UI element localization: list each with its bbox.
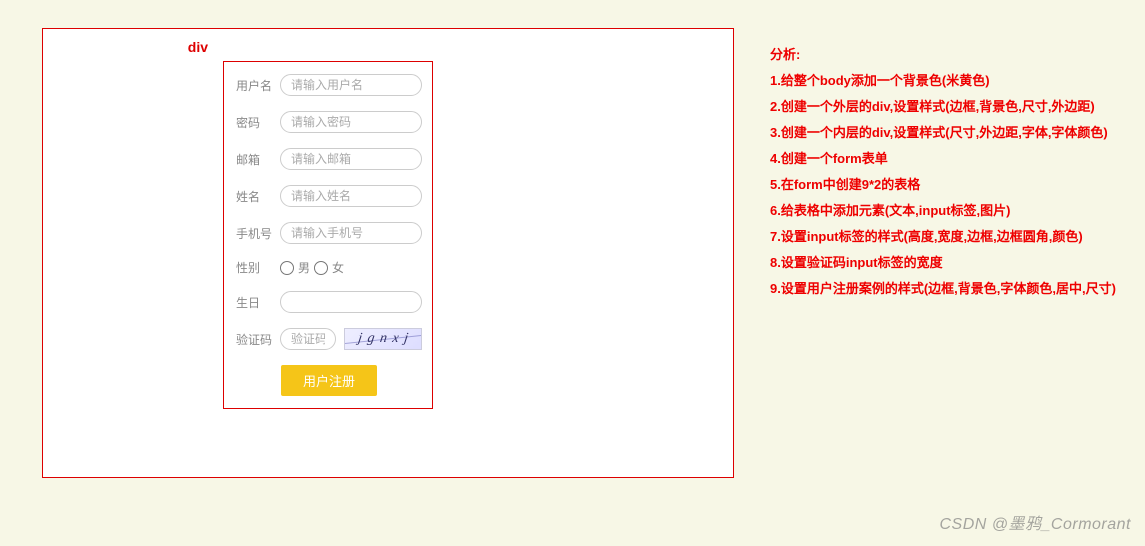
input-username[interactable] (280, 74, 422, 96)
label-gender: 性别 (236, 259, 280, 276)
analysis-step: 5.在form中创建9*2的表格 (770, 172, 1116, 198)
gender-options: 男 女 (280, 259, 344, 276)
analysis-title: 分析: (770, 42, 1116, 68)
label-password: 密码 (236, 114, 280, 131)
input-captcha[interactable] (280, 328, 336, 350)
outer-container: div 用户名 密码 邮箱 姓名 手机号 (42, 28, 734, 478)
input-birthday[interactable] (280, 291, 422, 313)
analysis-step: 9.设置用户注册案例的样式(边框,背景色,字体颜色,居中,尺寸) (770, 276, 1116, 302)
analysis-step: 1.给整个body添加一个背景色(米黄色) (770, 68, 1116, 94)
label-username: 用户名 (236, 77, 280, 94)
radio-male[interactable] (280, 261, 294, 275)
row-birthday: 生日 (236, 291, 422, 313)
row-submit: 用户注册 (236, 365, 422, 396)
label-email: 邮箱 (236, 151, 280, 168)
submit-button[interactable]: 用户注册 (281, 365, 377, 396)
input-name[interactable] (280, 185, 422, 207)
radio-male-label: 男 (298, 259, 310, 276)
form-container: 用户名 密码 邮箱 姓名 手机号 性别 (223, 61, 433, 409)
label-birthday: 生日 (236, 294, 280, 311)
row-gender: 性别 男 女 (236, 259, 422, 276)
analysis-step: 7.设置input标签的样式(高度,宽度,边框,边框圆角,颜色) (770, 224, 1116, 250)
input-email[interactable] (280, 148, 422, 170)
row-password: 密码 (236, 111, 422, 133)
analysis-step: 6.给表格中添加元素(文本,input标签,图片) (770, 198, 1116, 224)
captcha-image[interactable]: j g n x j (344, 328, 422, 350)
row-phone: 手机号 (236, 222, 422, 244)
inner-div-label: div (188, 39, 208, 55)
row-email: 邮箱 (236, 148, 422, 170)
analysis-step: 4.创建一个form表单 (770, 146, 1116, 172)
captcha-text: j g n x j (356, 331, 409, 347)
row-captcha: 验证码 j g n x j (236, 328, 422, 350)
label-name: 姓名 (236, 188, 280, 205)
analysis-step: 3.创建一个内层的div,设置样式(尺寸,外边距,字体,字体颜色) (770, 120, 1116, 146)
row-username: 用户名 (236, 74, 422, 96)
label-phone: 手机号 (236, 225, 280, 242)
row-name: 姓名 (236, 185, 422, 207)
radio-female-label: 女 (332, 259, 344, 276)
analysis-panel: 分析: 1.给整个body添加一个背景色(米黄色) 2.创建一个外层的div,设… (770, 42, 1116, 302)
analysis-step: 8.设置验证码input标签的宽度 (770, 250, 1116, 276)
analysis-step: 2.创建一个外层的div,设置样式(边框,背景色,尺寸,外边距) (770, 94, 1116, 120)
label-captcha: 验证码 (236, 331, 280, 348)
watermark: CSDN @墨鸦_Cormorant (939, 510, 1131, 534)
register-form: 用户名 密码 邮箱 姓名 手机号 性别 (236, 74, 422, 396)
radio-female[interactable] (314, 261, 328, 275)
input-phone[interactable] (280, 222, 422, 244)
input-password[interactable] (280, 111, 422, 133)
